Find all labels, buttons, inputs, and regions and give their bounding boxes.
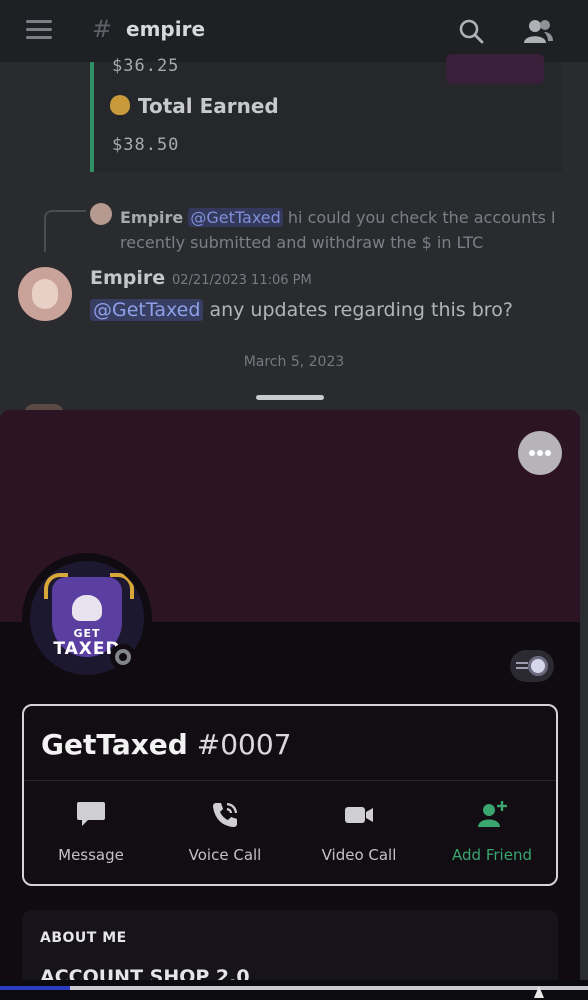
reply-connector bbox=[44, 210, 86, 252]
reply-mention[interactable]: @GetTaxed bbox=[188, 208, 283, 227]
embed-thumbnail[interactable] bbox=[446, 54, 544, 84]
mouse-cursor-icon bbox=[534, 986, 544, 998]
user-profile-sheet: GET TAXED GetTaxed #0007 Message Voice C… bbox=[0, 410, 580, 1000]
search-icon[interactable] bbox=[458, 18, 484, 44]
message-text: any updates regarding this bro? bbox=[209, 299, 513, 321]
message-avatar[interactable] bbox=[18, 267, 72, 321]
message-timestamp: 02/21/2023 11:06 PM bbox=[172, 273, 312, 288]
members-icon[interactable] bbox=[522, 18, 554, 44]
message-icon bbox=[77, 802, 105, 826]
voice-call-label: Voice Call bbox=[188, 846, 262, 864]
embed-accent-bar bbox=[90, 62, 94, 172]
video-call-icon bbox=[345, 807, 373, 823]
channel-name[interactable]: empire bbox=[126, 17, 205, 41]
profile-card: GetTaxed #0007 Message Voice Call Video … bbox=[22, 704, 558, 886]
moneybag-icon bbox=[110, 95, 130, 115]
discriminator: #0007 bbox=[196, 728, 292, 761]
channel-hash-icon: # bbox=[92, 15, 113, 43]
seek-progress bbox=[0, 986, 70, 990]
offline-status-icon bbox=[115, 649, 131, 665]
add-friend-label: Add Friend bbox=[452, 846, 532, 864]
discord-screen: # empire $36.25 Total Earned $38.50 Empi… bbox=[0, 0, 588, 1000]
seek-track[interactable] bbox=[0, 986, 588, 990]
add-friend-button[interactable]: Add Friend bbox=[427, 792, 557, 872]
chat-messages: $36.25 Total Earned $38.50 Empire @GetTa… bbox=[0, 54, 588, 414]
card-divider bbox=[24, 780, 556, 781]
username-row: GetTaxed #0007 bbox=[41, 728, 291, 761]
username: GetTaxed bbox=[41, 728, 188, 761]
more-options-button[interactable] bbox=[518, 431, 562, 475]
reply-preview[interactable]: Empire @GetTaxed hi could you check the … bbox=[120, 205, 570, 255]
reply-author: Empire bbox=[120, 208, 184, 227]
video-call-button[interactable]: Video Call bbox=[294, 792, 424, 872]
embed-amount: $36.25 bbox=[112, 56, 180, 76]
embed-total-label: Total Earned bbox=[110, 94, 279, 118]
embed-total-value: $38.50 bbox=[112, 135, 180, 155]
reply-avatar[interactable] bbox=[90, 203, 112, 225]
message-button[interactable]: Message bbox=[26, 792, 156, 872]
date-separator: March 5, 2023 bbox=[243, 354, 345, 370]
voice-call-button[interactable]: Voice Call bbox=[160, 792, 290, 872]
reply-text: hi could you check the accounts I recent… bbox=[120, 208, 556, 252]
message-label: Message bbox=[58, 846, 124, 864]
video-seekbar[interactable] bbox=[0, 980, 588, 1000]
channel-header: # empire bbox=[0, 0, 588, 62]
about-me-heading: ABOUT ME bbox=[40, 930, 127, 946]
voice-call-icon bbox=[213, 802, 238, 827]
nitro-badge-icon[interactable] bbox=[510, 650, 554, 682]
message-author[interactable]: Empire bbox=[90, 267, 165, 289]
add-friend-icon bbox=[478, 801, 507, 827]
sheet-drag-handle[interactable] bbox=[256, 395, 324, 400]
message-content: @GetTaxed any updates regarding this bro… bbox=[90, 299, 513, 321]
message-mention[interactable]: @GetTaxed bbox=[90, 299, 204, 321]
video-call-label: Video Call bbox=[321, 846, 397, 864]
hamburger-menu-icon[interactable] bbox=[26, 20, 52, 40]
